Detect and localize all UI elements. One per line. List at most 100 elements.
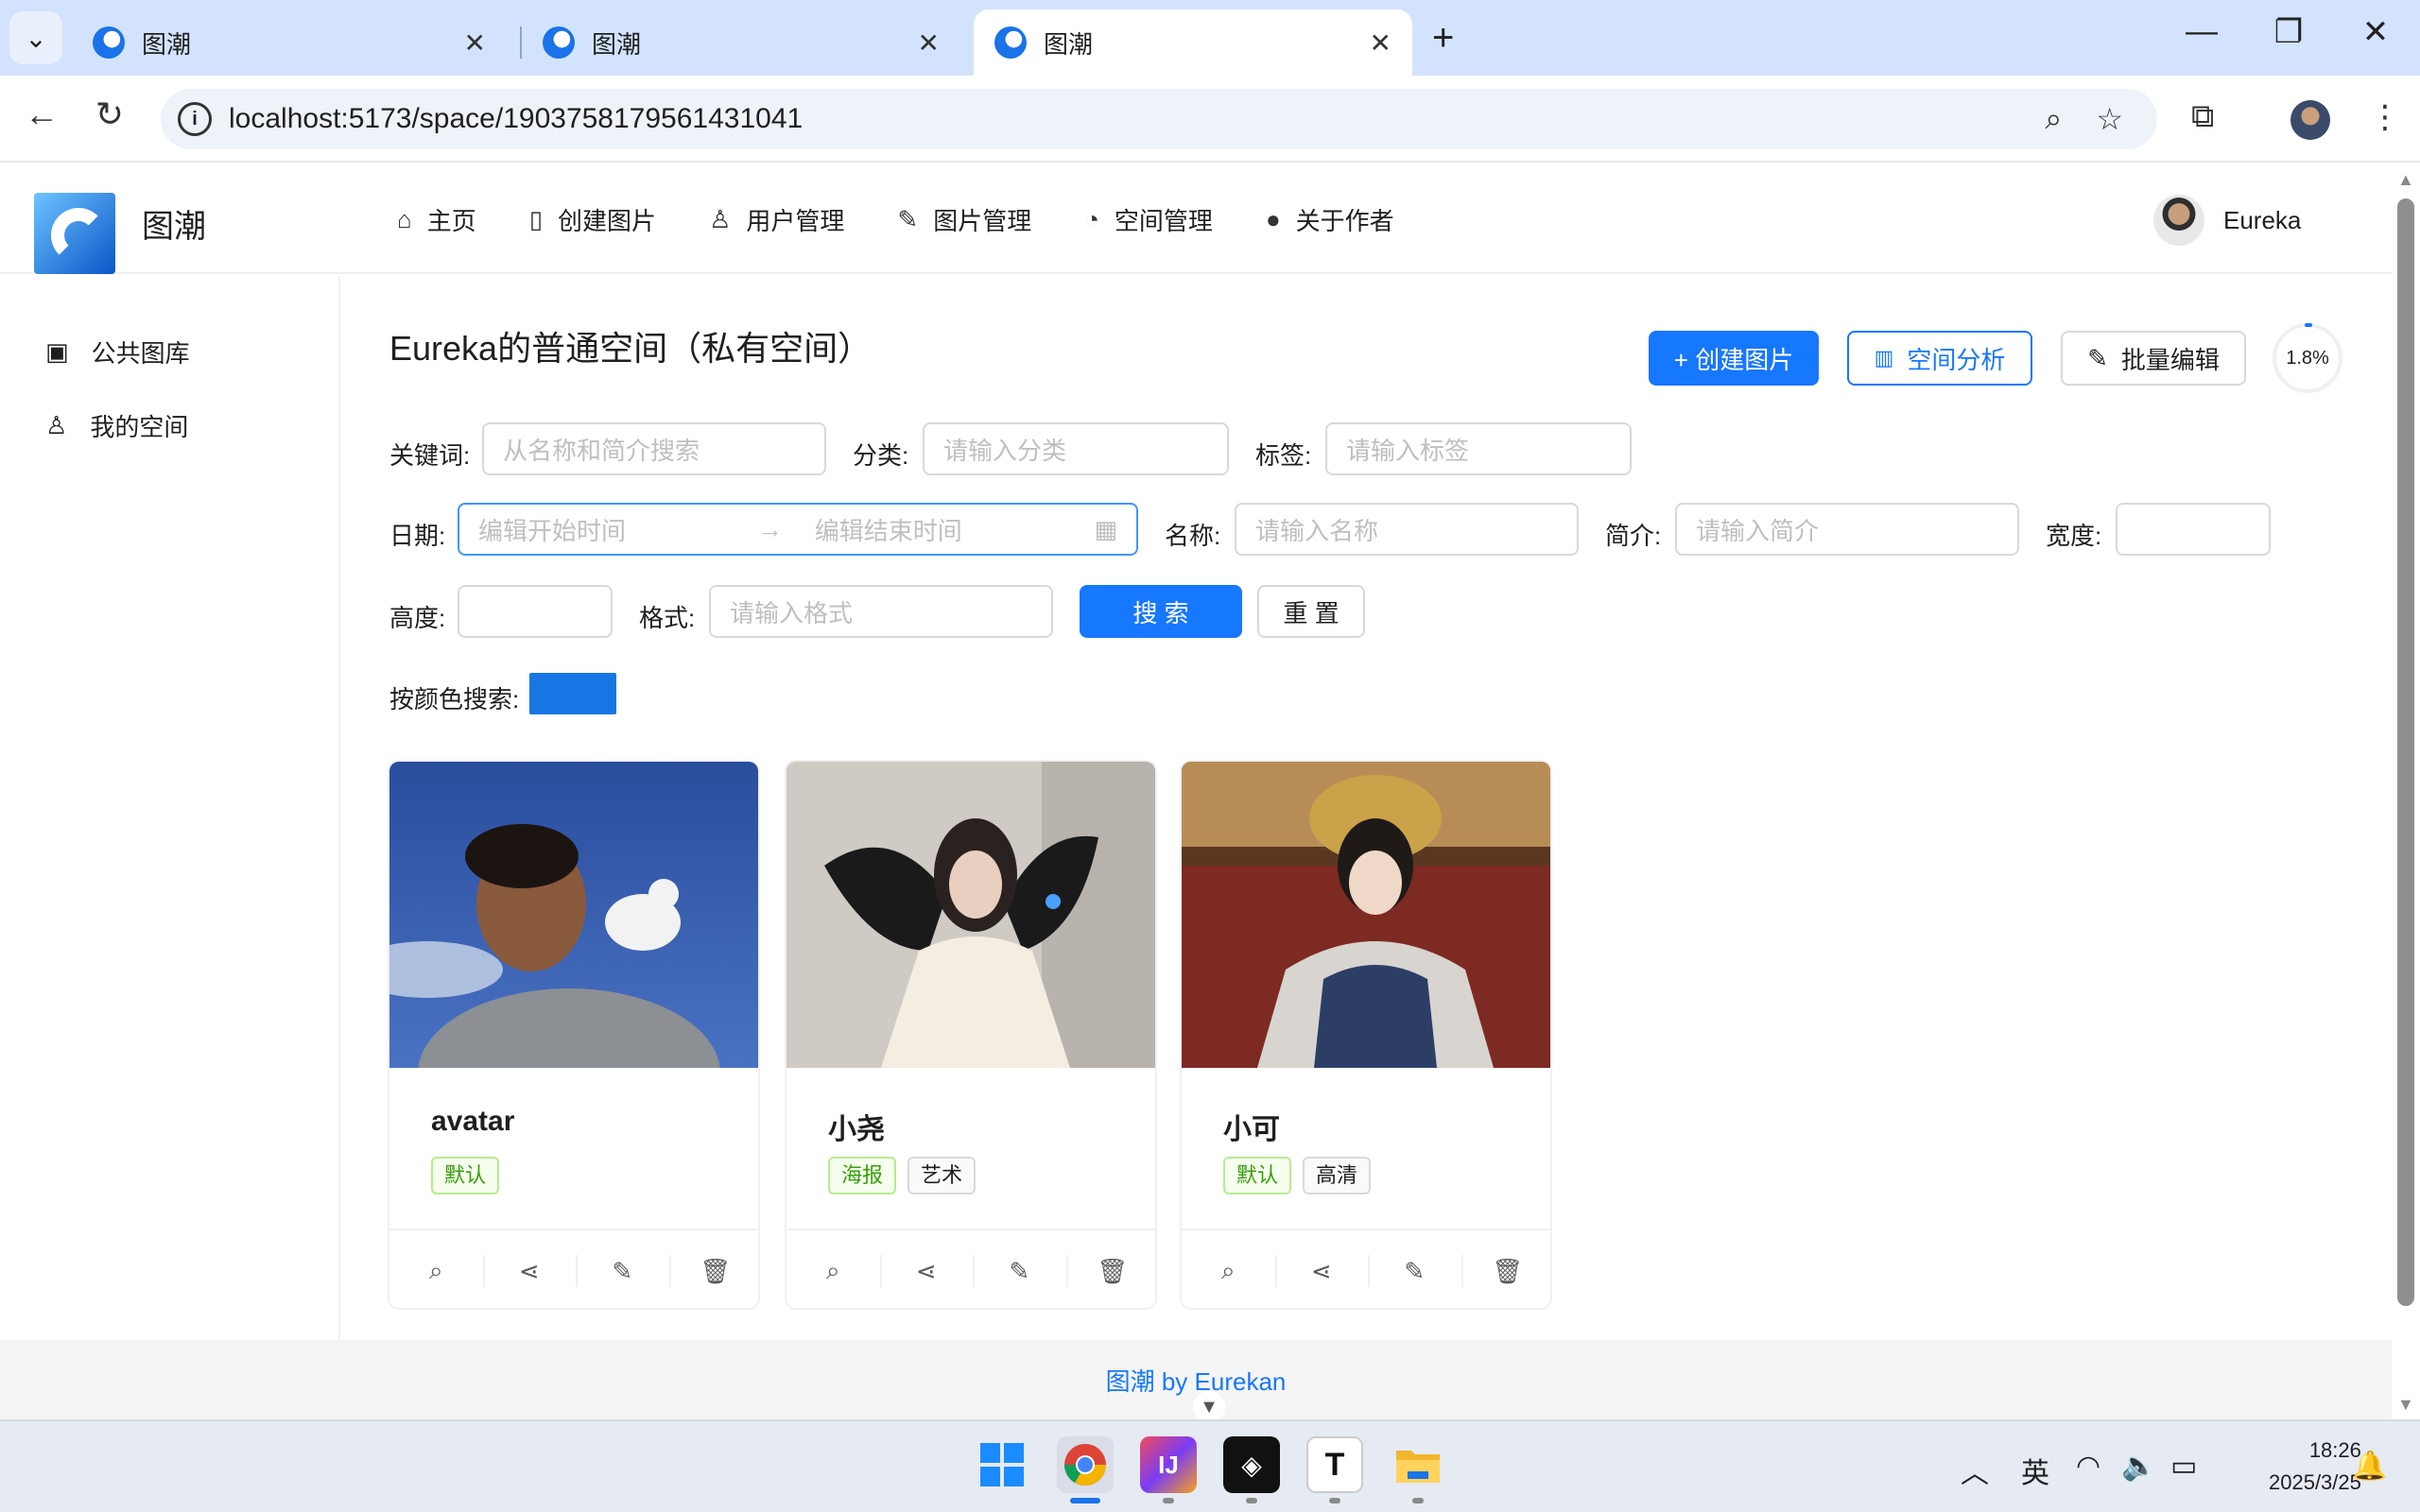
color-picker[interactable] <box>529 673 616 714</box>
window-close-icon[interactable]: ✕ <box>2352 13 2399 51</box>
user-menu[interactable]: Eureka <box>2153 195 2301 246</box>
search-button[interactable]: 搜 索 <box>1080 585 1242 638</box>
show-hidden-icons-chevron-icon[interactable]: ︿ <box>1961 1450 1989 1491</box>
keyword-input[interactable]: 从名称和简介搜索 <box>482 422 826 475</box>
tags-input[interactable]: 请输入标签 <box>1325 422 1632 475</box>
picture-card[interactable]: 小可 默认 高清 ⌕ ⋖ ✎ 🗑 <box>1180 760 1552 1310</box>
reload-icon[interactable]: ↻ <box>85 94 134 134</box>
footer-text[interactable]: 图潮 by Eurekan <box>1106 1363 1287 1398</box>
width-input[interactable] <box>2116 503 2271 556</box>
wifi-icon[interactable]: ◠ <box>2076 1450 2100 1483</box>
menu-item-picture-admin[interactable]: ✎ 图片管理 <box>897 198 1031 240</box>
placeholder: 请输入格式 <box>730 598 854 627</box>
search-icon[interactable]: ⌕ <box>389 1230 483 1308</box>
tab-search-button[interactable]: ⌄ <box>9 11 62 64</box>
file-explorer-icon[interactable] <box>1390 1436 1446 1493</box>
browser-tab-3[interactable]: 图潮 ✕ <box>974 9 1412 76</box>
search-icon[interactable]: ⌕ <box>1182 1230 1275 1308</box>
placeholder: 从名称和简介搜索 <box>503 436 700 465</box>
restore-icon[interactable]: ❐ <box>2265 13 2312 51</box>
close-icon[interactable]: ✕ <box>918 27 940 59</box>
batch-edit-button[interactable]: ✎ 批量编辑 <box>2061 331 2246 386</box>
intro-label: 简介: <box>1605 522 1662 550</box>
name-input[interactable]: 请输入名称 <box>1235 503 1579 556</box>
browser-tab-1[interactable]: 图潮 ✕ <box>72 9 507 76</box>
delete-icon[interactable]: 🗑 <box>668 1230 759 1308</box>
keyword-label: 关键词: <box>389 441 471 470</box>
menu-item-space-admin[interactable]: ◔ 空间管理 <box>1084 198 1213 240</box>
url-text[interactable]: localhost:5173/space/1903758179561431041 <box>229 103 2045 135</box>
edit-icon[interactable]: ✎ <box>576 1230 669 1308</box>
picture-image[interactable] <box>389 762 760 1159</box>
sidebar-item-my-space[interactable]: ♙ 我的空间 <box>45 408 188 443</box>
profile-avatar[interactable] <box>2290 100 2330 140</box>
new-tab-icon[interactable]: + <box>1432 17 1454 60</box>
close-icon[interactable]: ✕ <box>464 27 486 59</box>
battery-icon[interactable]: ▭ <box>2170 1450 2197 1483</box>
reset-button[interactable]: 重 置 <box>1257 585 1365 638</box>
notification-bell-icon[interactable]: 🔔 <box>2352 1450 2387 1483</box>
share-icon[interactable]: ⋖ <box>482 1230 577 1308</box>
edit-icon[interactable]: ✎ <box>973 1230 1066 1308</box>
end-date[interactable]: 编辑结束时间 <box>815 512 1095 547</box>
typora-icon[interactable]: T <box>1306 1436 1363 1493</box>
chrome-icon[interactable] <box>1057 1436 1114 1493</box>
delete-icon[interactable]: 🗑 <box>1461 1230 1551 1308</box>
chevron-down-icon[interactable]: ▼ <box>1193 1391 1225 1423</box>
minimize-icon[interactable]: — <box>2178 13 2225 50</box>
scrollbar-thumb[interactable] <box>2397 198 2414 1306</box>
menu-label: 用户管理 <box>746 206 845 235</box>
format-input[interactable]: 请输入格式 <box>709 585 1053 638</box>
share-icon[interactable]: ⋖ <box>1274 1230 1369 1308</box>
user-avatar[interactable] <box>2153 195 2204 246</box>
placeholder: 请输入分类 <box>943 436 1067 465</box>
menu-item-home[interactable]: ⌂ 主页 <box>397 198 476 240</box>
menu-label: 关于作者 <box>1295 206 1394 235</box>
ime-indicator[interactable]: 英 <box>2021 1450 2049 1491</box>
menu-item-create-picture[interactable]: ▯ 创建图片 <box>529 198 656 240</box>
tag: 高清 <box>1303 1157 1372 1194</box>
system-clock[interactable]: 18:26 2025/3/25 <box>2269 1435 2361 1499</box>
menu-item-user-admin[interactable]: ♙ 用户管理 <box>709 198 844 240</box>
menu-item-about-author[interactable]: ● 关于作者 <box>1266 198 1394 240</box>
sidebar-item-public-gallery[interactable]: ▣ 公共图库 <box>45 335 190 369</box>
app-name[interactable]: 图潮 <box>142 200 206 247</box>
category-input[interactable]: 请输入分类 <box>923 422 1229 475</box>
username[interactable]: Eureka <box>2223 206 2301 235</box>
app-icon[interactable]: ◈ <box>1223 1436 1280 1493</box>
bookmark-star-icon[interactable]: ☆ <box>2096 101 2123 137</box>
favicon-icon <box>93 26 125 59</box>
app-indicator <box>1329 1498 1340 1503</box>
create-picture-button[interactable]: + 创建图片 <box>1649 331 1819 386</box>
date-range-picker[interactable]: 编辑开始时间 → 编辑结束时间 ▦ <box>458 503 1138 556</box>
picture-image[interactable] <box>786 762 1157 1068</box>
back-icon[interactable]: ← <box>17 94 66 134</box>
site-info-icon[interactable]: i <box>178 102 212 136</box>
format-label: 格式: <box>639 604 696 632</box>
zoom-icon[interactable]: ⌕ <box>2045 101 2062 137</box>
app-logo[interactable] <box>34 193 115 274</box>
picture-card[interactable]: avatar 默认 ⌕ ⋖ ✎ 🗑 <box>388 760 760 1310</box>
volume-icon[interactable]: 🔈 <box>2121 1450 2156 1483</box>
search-icon[interactable]: ⌕ <box>786 1230 880 1308</box>
intro-input[interactable]: 请输入简介 <box>1675 503 2019 556</box>
more-menu-icon[interactable]: ⋮ <box>2369 98 2401 136</box>
page-title: Eureka的普通空间（私有空间） <box>389 329 873 368</box>
space-analysis-button[interactable]: ▥ 空间分析 <box>1847 331 2032 386</box>
height-input[interactable] <box>458 585 613 638</box>
tag: 艺术 <box>908 1157 977 1194</box>
windows-start-icon[interactable] <box>974 1436 1030 1493</box>
extensions-icon[interactable]: ⧉ <box>2191 98 2214 135</box>
edit-icon[interactable]: ✎ <box>1368 1230 1461 1308</box>
scroll-down-icon[interactable]: ▼ <box>2397 1395 2414 1415</box>
delete-icon[interactable]: 🗑 <box>1065 1230 1156 1308</box>
address-bar[interactable]: i localhost:5173/space/19037581795614310… <box>161 89 2157 149</box>
share-icon[interactable]: ⋖ <box>879 1230 974 1308</box>
picture-image[interactable] <box>1182 762 1552 1068</box>
start-date[interactable]: 编辑开始时间 <box>478 512 758 547</box>
picture-card[interactable]: 小尧 海报 艺术 ⌕ ⋖ ✎ 🗑 <box>785 760 1157 1310</box>
intellij-icon[interactable]: IJ <box>1140 1436 1197 1493</box>
close-icon[interactable]: ✕ <box>1370 27 1392 59</box>
scroll-up-icon[interactable]: ▲ <box>2397 170 2414 190</box>
browser-tab-2[interactable]: 图潮 ✕ <box>522 9 960 76</box>
